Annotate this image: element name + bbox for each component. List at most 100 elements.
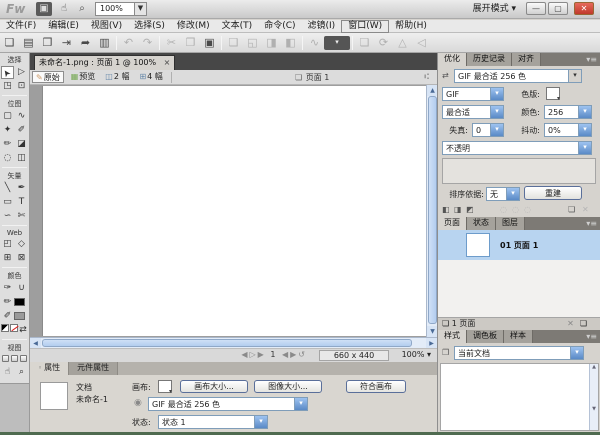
tab-palette[interactable]: 调色板 (467, 330, 504, 343)
edit-color-icon[interactable]: ◌ (512, 205, 519, 214)
dither-arrow[interactable]: ▾ (578, 124, 591, 136)
cut-icon[interactable]: ✂ (162, 35, 181, 51)
open-icon[interactable]: ❒ (38, 35, 57, 51)
panel-menu-icon[interactable]: ▾≡ (586, 219, 597, 228)
standard-screen-mode-button[interactable] (2, 355, 9, 362)
pen-tool[interactable]: ✒ (15, 182, 28, 195)
preset-dropdown-arrow[interactable]: ▾ (568, 70, 581, 82)
canvas-area[interactable]: ▲ ▼ (30, 85, 437, 337)
line-tool[interactable]: ╲ (1, 182, 14, 195)
magic-wand-tool[interactable]: ✦ (1, 124, 14, 137)
align-left-icon[interactable]: ◁ (412, 35, 431, 51)
tab-swatches[interactable]: 样本 (504, 330, 533, 343)
colors-dropdown[interactable]: 256▾ (544, 105, 592, 119)
tab-symbol-properties[interactable]: 元件属性 (69, 362, 118, 375)
full-screen-with-menus-button[interactable] (11, 355, 18, 362)
tab-states[interactable]: 状态 (467, 217, 496, 230)
tab-align[interactable]: 对齐 (512, 53, 541, 66)
panel-menu-icon[interactable]: ▾≡ (586, 332, 597, 341)
ungroup-icon[interactable]: ◱ (243, 35, 262, 51)
print-icon[interactable]: ▥ (95, 35, 114, 51)
snap-color-icon[interactable]: ◌ (524, 205, 531, 214)
canvas-page[interactable] (42, 86, 426, 336)
join-icon[interactable]: ◨ (262, 35, 281, 51)
canvas-color-swatch[interactable] (158, 380, 172, 393)
transparency-sub-icon[interactable]: ◨ (454, 205, 462, 214)
collapse-icon[interactable]: ◦ (38, 364, 42, 372)
fill-color-icon[interactable]: ✐ (1, 310, 14, 323)
page-options-icons[interactable]: ⑆ (424, 72, 429, 81)
page-list-item[interactable]: 01 页面 1 (438, 230, 600, 260)
export-format-dropdown[interactable]: GIF▾ (442, 87, 504, 101)
fit-canvas-button[interactable]: 符合画布 (346, 380, 406, 393)
minimize-button[interactable]: — (526, 2, 546, 15)
export-preview-dropdown[interactable]: ▾ (324, 36, 350, 50)
zoom-dropdown-arrow[interactable]: ▼ (134, 3, 146, 15)
document-close-icon[interactable]: × (164, 56, 171, 70)
marquee-tool[interactable]: ▢ (1, 110, 14, 123)
menu-help[interactable]: 帮助(H) (389, 20, 433, 33)
split-icon[interactable]: ◧ (281, 35, 300, 51)
rotate-icon[interactable]: ⟳ (374, 35, 393, 51)
rectangle-tool[interactable]: ▭ (1, 196, 14, 209)
brush-tool[interactable]: ✐ (15, 124, 28, 137)
workspace-mode-button[interactable]: 展开模式 ▾ (469, 2, 520, 16)
eyedropper-tool[interactable]: ✑ (1, 282, 14, 295)
palette-dropdown[interactable]: 最合适▾ (442, 105, 504, 119)
image-size-button[interactable]: 图像大小... (254, 380, 322, 393)
undo-icon[interactable]: ↶ (119, 35, 138, 51)
group-icon[interactable]: ❑ (224, 35, 243, 51)
app-window-icon[interactable]: ▣ (36, 2, 52, 16)
transparency-sel-icon[interactable]: ◩ (466, 205, 474, 214)
preview-view-button[interactable]: ▦预览 (68, 71, 99, 83)
menu-window[interactable]: 窗口(W) (341, 20, 389, 33)
crop-tool[interactable]: ⊡ (15, 80, 28, 93)
tab-layers[interactable]: 图层 (496, 217, 525, 230)
menu-text[interactable]: 文本(T) (216, 20, 259, 33)
zoom-combobox[interactable]: 100% ▼ (95, 2, 147, 16)
maximize-button[interactable]: ▢ (548, 2, 568, 15)
stroke-color-swatch[interactable] (14, 298, 25, 306)
rubber-stamp-tool[interactable]: ◫ (15, 152, 28, 165)
add-color-icon[interactable]: ❏ (568, 205, 575, 214)
hand-tool[interactable]: ☝ (1, 366, 14, 379)
tab-history[interactable]: 历史记录 (467, 53, 512, 66)
eraser-tool[interactable]: ◪ (15, 138, 28, 151)
transparency-add-icon[interactable]: ◧ (442, 205, 450, 214)
styles-source-dropdown[interactable]: 当前文档▾ (454, 346, 584, 360)
tab-properties[interactable]: ◦属性 (30, 362, 69, 375)
format-dropdown[interactable]: GIF 最合适 256 色▾ (148, 397, 308, 411)
styles-scroll-down-icon[interactable]: ▼ (592, 406, 596, 412)
matte-color-swatch[interactable] (546, 87, 560, 100)
knife-tool[interactable]: ✄ (15, 210, 28, 223)
horizontal-scroll-thumb[interactable] (42, 339, 412, 347)
stroke-color-icon[interactable]: ✏ (1, 296, 14, 309)
new-icon[interactable]: ❏ (0, 35, 19, 51)
menu-edit[interactable]: 编辑(E) (42, 20, 85, 33)
paint-bucket-tool[interactable]: ∪ (15, 282, 28, 295)
polygon-hotspot-tool[interactable]: ◇ (15, 238, 28, 251)
tab-styles[interactable]: 样式 (438, 330, 467, 343)
tab-pages[interactable]: 页面 (438, 217, 467, 230)
paste-icon[interactable]: ▣ (200, 35, 219, 51)
fill-color-swatch[interactable] (14, 312, 25, 320)
export-icon[interactable]: ➦ (76, 35, 95, 51)
tab-optimize[interactable]: 优化 (438, 53, 467, 66)
four-up-view-button[interactable]: ⊞4 幅 (136, 71, 165, 83)
dither-dropdown[interactable]: 0%▾ (544, 123, 592, 137)
two-up-view-button[interactable]: ◫2 幅 (102, 71, 132, 83)
loss-dropdown[interactable]: 0▾ (472, 123, 504, 137)
text-tool[interactable]: T (15, 196, 28, 209)
vertical-scrollbar[interactable]: ▲ ▼ (426, 85, 437, 337)
rectangle-hotspot-tool[interactable]: ◰ (1, 238, 14, 251)
play-icon[interactable]: ▷ (249, 350, 257, 359)
last-state-icon[interactable]: ▶ (258, 350, 266, 359)
redo-icon[interactable]: ↷ (138, 35, 157, 51)
styles-source-arrow[interactable]: ▾ (570, 347, 583, 359)
loop-icon[interactable]: ↺ (298, 350, 307, 359)
copy-icon[interactable]: ❐ (181, 35, 200, 51)
freeform-tool[interactable]: ∽ (1, 210, 14, 223)
state-dropdown-arrow[interactable]: ▾ (254, 416, 267, 428)
import-icon[interactable]: ⇥ (57, 35, 76, 51)
hand-icon[interactable]: ☝ (56, 2, 72, 16)
